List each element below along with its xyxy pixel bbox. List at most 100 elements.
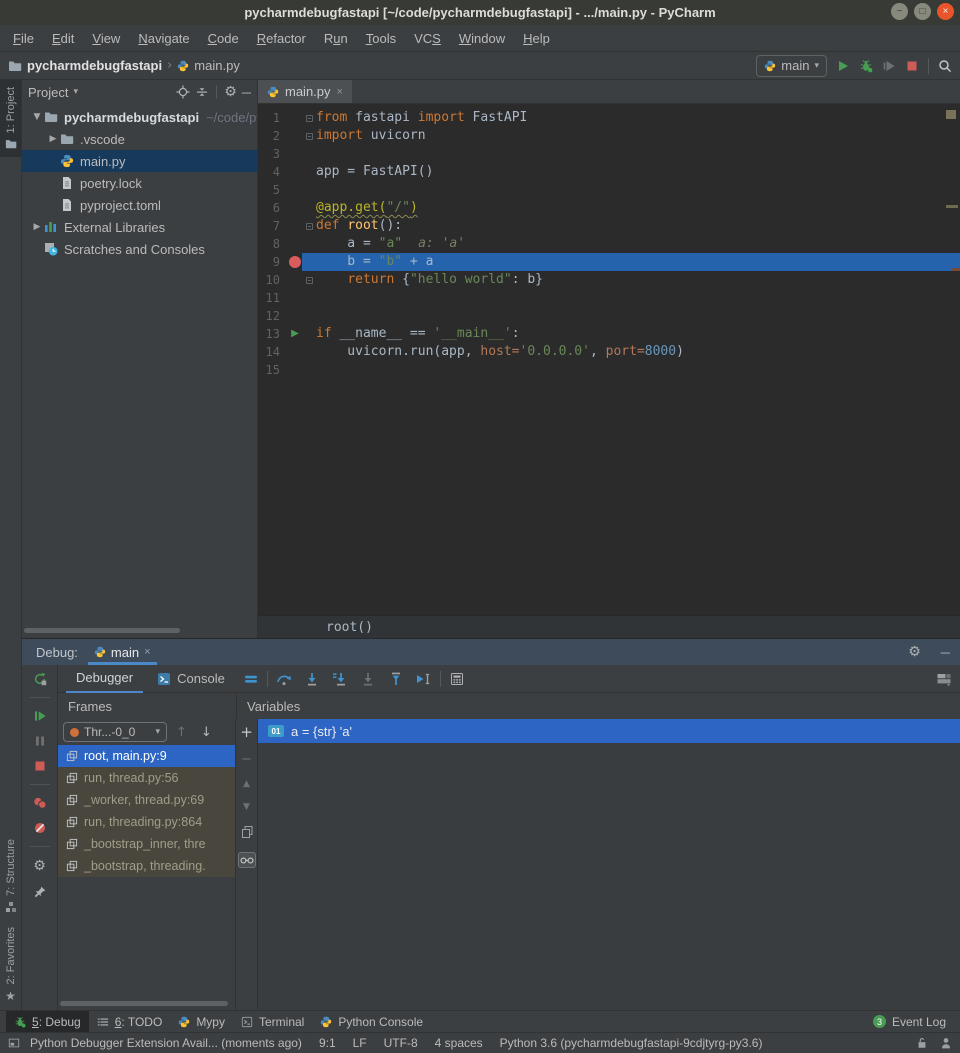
collapse-all-button[interactable] — [195, 85, 209, 99]
menu-run[interactable]: Run — [315, 31, 357, 46]
menu-code[interactable]: Code — [199, 31, 248, 46]
toolwindow-button-terminal[interactable]: Terminal — [233, 1011, 312, 1032]
stop-button[interactable] — [33, 759, 47, 773]
pause-button[interactable] — [33, 734, 47, 748]
line-number[interactable]: 4 — [258, 163, 288, 181]
pin-icon[interactable] — [33, 885, 47, 899]
add-watch-button[interactable]: + — [240, 725, 253, 740]
tree-item-poetry-lock[interactable]: poetry.lock — [22, 172, 257, 194]
inspection-indicator[interactable] — [946, 110, 956, 119]
select-opened-file-button[interactable] — [176, 85, 190, 99]
code-editor[interactable]: 1from fastapi import FastAPI2import uvic… — [258, 104, 960, 615]
breadcrumb-project[interactable]: pycharmdebugfastapi — [27, 58, 162, 73]
close-icon[interactable]: × — [337, 86, 343, 98]
move-up-button[interactable]: ▲ — [243, 779, 250, 789]
line-number[interactable]: 8 — [258, 235, 288, 253]
status-item-1[interactable]: 9:1 — [319, 1036, 336, 1050]
fold-marker-icon[interactable] — [306, 133, 313, 140]
gear-icon[interactable]: ⚙ — [224, 84, 237, 100]
tab-debugger[interactable]: Debugger — [66, 665, 143, 693]
tree-item--vscode[interactable]: ▶.vscode — [22, 128, 257, 150]
editor-tab-mainpy[interactable]: main.py × — [258, 80, 352, 103]
show-watches-toggle[interactable] — [238, 852, 256, 868]
close-button[interactable]: × — [937, 3, 954, 20]
menu-navigate[interactable]: Navigate — [129, 31, 198, 46]
run-with-coverage-button[interactable] — [882, 59, 896, 73]
view-breakpoints-button[interactable] — [33, 796, 47, 810]
rerun-button[interactable] — [33, 672, 47, 686]
toolwindow-button-mypy[interactable]: Mypy — [170, 1011, 233, 1032]
status-item-0[interactable]: Python Debugger Extension Avail... (mome… — [30, 1036, 302, 1050]
event-log-button[interactable]: 3Event Log — [865, 1011, 954, 1032]
breadcrumb-file[interactable]: main.py — [194, 58, 240, 73]
force-step-into-button[interactable] — [361, 672, 375, 686]
status-item-5[interactable]: Python 3.6 (pycharmdebugfastapi-9cdjtyrg… — [500, 1036, 763, 1050]
tree-item-pyproject-toml[interactable]: pyproject.toml — [22, 194, 257, 216]
hide-panel-button[interactable]: ─ — [242, 85, 251, 100]
search-everywhere-button[interactable] — [938, 59, 952, 73]
menu-vcs[interactable]: VCS — [405, 31, 450, 46]
tree-toggle-icon[interactable]: ▼ — [30, 112, 44, 122]
sidebar-tab-structure[interactable]: 7: Structure — [0, 832, 21, 920]
variable-row[interactable]: 01a = {str} 'a' — [258, 719, 960, 743]
resume-button[interactable] — [33, 709, 47, 723]
code-line-3[interactable]: 3 — [258, 145, 960, 163]
run-button[interactable] — [836, 59, 850, 73]
remove-watch-button[interactable]: − — [241, 753, 252, 766]
line-number[interactable]: 5 — [258, 181, 288, 199]
restore-layout-button[interactable] — [936, 671, 952, 687]
project-panel-title[interactable]: Project — [28, 85, 68, 100]
frame-row[interactable]: root, main.py:9 — [58, 745, 235, 767]
tree-item-external-libraries[interactable]: ▶External Libraries — [22, 216, 257, 238]
code-line-14[interactable]: 14 uvicorn.run(app, host='0.0.0.0', port… — [258, 343, 960, 361]
next-frame-button[interactable]: ↓ — [196, 725, 217, 740]
line-number[interactable]: 7 — [258, 217, 288, 235]
menu-edit[interactable]: Edit — [43, 31, 83, 46]
code-line-1[interactable]: 1from fastapi import FastAPI — [258, 109, 960, 127]
chevron-down-icon[interactable]: ▾ — [73, 87, 78, 97]
tree-item-pycharmdebugfastapi[interactable]: ▼pycharmdebugfastapi~/code/pycharmdebugf… — [22, 106, 257, 128]
step-into-my-code-button[interactable] — [332, 671, 348, 687]
move-down-button[interactable]: ▼ — [243, 802, 250, 812]
line-number[interactable]: 14 — [258, 343, 288, 361]
line-number[interactable]: 9 — [258, 253, 288, 271]
debug-session-tab[interactable]: main × — [88, 639, 157, 665]
code-line-4[interactable]: 4app = FastAPI() — [258, 163, 960, 181]
line-number[interactable]: 13 — [258, 325, 288, 343]
tree-toggle-icon[interactable]: ▶ — [46, 134, 60, 144]
toolwindow-button-python-console[interactable]: Python Console — [312, 1011, 431, 1032]
fold-marker-icon[interactable] — [306, 223, 313, 230]
sidebar-tab-favorites[interactable]: 2: Favorites ★ — [0, 920, 21, 1010]
evaluate-expression-button[interactable] — [450, 672, 464, 686]
code-line-10[interactable]: 10 return {"hello world": b} — [258, 271, 960, 289]
hide-panel-button[interactable]: ─ — [941, 645, 950, 660]
settings-icon[interactable]: ⚙ — [33, 858, 46, 874]
breadcrumb-function[interactable]: root() — [326, 620, 373, 635]
editor-breadcrumb[interactable]: root() — [258, 615, 960, 638]
code-line-11[interactable]: 11 — [258, 289, 960, 307]
frame-row[interactable]: _bootstrap_inner, thre — [58, 833, 235, 855]
frame-row[interactable]: run, thread.py:56 — [58, 767, 235, 789]
step-into-button[interactable] — [305, 672, 319, 686]
tree-toggle-icon[interactable]: ▶ — [30, 222, 44, 232]
thread-selector[interactable]: Thr...-0_0 ▾ — [63, 722, 167, 742]
tree-item-main-py[interactable]: main.py — [22, 150, 257, 172]
code-line-6[interactable]: 6@app.get("/") — [258, 199, 960, 217]
menu-window[interactable]: Window — [450, 31, 514, 46]
run-to-cursor-button[interactable] — [416, 671, 432, 687]
horizontal-scrollbar[interactable] — [60, 1001, 228, 1006]
maximize-button[interactable]: □ — [914, 3, 931, 20]
step-out-button[interactable] — [389, 672, 403, 686]
debug-button[interactable] — [859, 59, 873, 73]
menu-file[interactable]: File — [4, 31, 43, 46]
horizontal-scrollbar[interactable] — [24, 628, 180, 633]
code-line-5[interactable]: 5 — [258, 181, 960, 199]
toolwindow-switcher-icon[interactable] — [8, 1037, 20, 1049]
fold-marker-icon[interactable] — [306, 115, 313, 122]
frame-row[interactable]: run, threading.py:864 — [58, 811, 235, 833]
warning-stripe-mark[interactable] — [946, 205, 958, 208]
code-line-13[interactable]: 13▶if __name__ == '__main__': — [258, 325, 960, 343]
line-number[interactable]: 1 — [258, 109, 288, 127]
run-gutter-icon[interactable]: ▶ — [291, 325, 299, 343]
line-number[interactable]: 15 — [258, 361, 288, 379]
